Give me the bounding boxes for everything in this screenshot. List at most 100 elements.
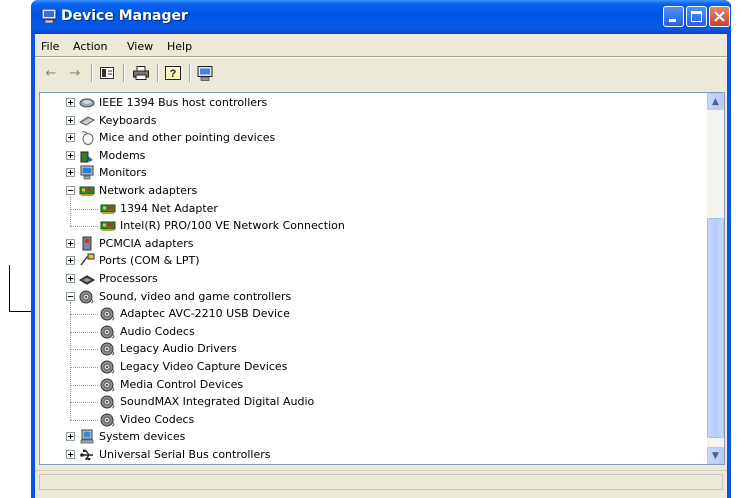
expand-icon[interactable] [66,115,75,125]
menu-file[interactable]: File [41,40,59,53]
tree-label: IEEE 1394 Bus host controllers [99,96,268,109]
tree-label: Sound, video and game controllers [99,289,292,303]
properties-icon [100,67,114,79]
scroll-down-button[interactable]: ▼ [707,447,724,464]
expand-icon[interactable] [66,98,75,107]
expand-icon[interactable] [66,238,75,248]
scan-hardware-button[interactable] [195,64,215,82]
status-bar-panel [39,474,723,490]
menu-help[interactable]: Help [167,40,192,53]
close-button[interactable] [709,6,730,27]
tree-device[interactable]: Audio Codecs [100,323,195,340]
tree-connector [70,314,98,316]
tree-label: Network adapters [99,184,198,197]
tree-device[interactable]: 1394 Net Adapter [100,200,218,217]
tree-device[interactable]: Media Control Devices [100,376,243,393]
title-bar[interactable]: Device Manager [31,0,731,34]
network-adapter-icon [79,183,95,198]
tree-category[interactable]: PCMCIA adapters [66,235,194,252]
toolbar-separator [123,64,125,82]
tree-device[interactable]: Intel(R) PRO/100 VE Network Connection [100,217,345,234]
tree-category[interactable]: Sound, video and game controllers [66,288,291,305]
tree-label: Audio Codecs [120,324,195,338]
tree-connector [70,402,98,404]
tree-device[interactable]: Legacy Video Capture Devices [100,358,287,375]
expand-icon[interactable] [66,256,75,266]
sound-icon [100,412,116,427]
tree-device[interactable]: Video Codecs [100,411,194,428]
tree-category[interactable]: Monitors [66,164,147,181]
sound-icon [100,377,116,392]
collapse-icon[interactable] [66,186,75,195]
scroll-up-button[interactable]: ▲ [707,93,724,110]
minimize-icon [669,19,676,22]
chevron-up-icon: ▲ [712,96,719,107]
tree-label: PCMCIA adapters [99,236,194,250]
ieee1394-icon [79,95,95,110]
tree-connector [70,384,98,387]
expand-icon[interactable] [66,274,75,283]
tree-connector [70,208,98,211]
device-tree[interactable]: IEEE 1394 Bus host controllers Keyboards M… [39,92,725,465]
tree-category[interactable]: IEEE 1394 Bus host controllers [66,94,267,111]
svg-text:?: ? [170,68,177,80]
menu-action[interactable]: Action [73,40,107,53]
scroll-thumb[interactable] [707,218,724,438]
sound-icon [100,324,116,339]
expand-icon[interactable] [66,168,75,178]
tree-category[interactable]: Ports (COM & LPT) [66,252,200,269]
tree-category[interactable]: Mice and other pointing devices [66,129,275,146]
maximize-button[interactable] [686,6,707,27]
tree-category[interactable]: Keyboards [66,112,156,129]
back-button[interactable]: ← [41,64,61,82]
minimize-button[interactable] [663,6,684,27]
modem-icon [79,148,95,163]
computer-icon [41,9,57,23]
tree-label: SoundMAX Integrated Digital Audio [120,395,315,409]
menu-bar: File Action View Help [35,34,727,54]
expand-icon[interactable] [66,150,75,160]
properties-button[interactable] [97,64,117,82]
tree-category[interactable]: Modems [66,147,145,164]
annotation-line-vertical [9,265,10,312]
tree-connector [70,367,98,369]
help-icon: ? [165,66,181,80]
expand-icon[interactable] [66,432,75,442]
toolbar-separator [91,64,93,82]
tree-label: Processors [99,272,158,285]
tree-label: Keyboards [99,113,157,127]
system-icon [79,429,95,444]
tree-device[interactable]: Legacy Audio Drivers [100,340,237,357]
mouse-icon [79,130,95,146]
forward-button[interactable]: → [65,64,85,82]
tree-connector [70,349,98,351]
tree-connector [70,331,98,334]
tree-category[interactable]: Universal Serial Bus controllers [66,446,270,463]
toolbar: ← → ? [35,58,727,86]
device-manager-window: Device Manager File Action View Help ← →… [31,0,731,498]
tree-device[interactable]: Adaptec AVC-2210 USB Device [100,305,290,322]
processor-icon [78,271,96,286]
tree-label: Modems [99,148,146,162]
tree-label: Mice and other pointing devices [99,131,276,145]
tree-connector [70,301,72,420]
expand-icon[interactable] [66,450,75,459]
print-button[interactable] [131,64,151,82]
expand-icon[interactable] [66,133,75,143]
print-icon [133,66,149,80]
tree-category[interactable]: Processors [66,270,158,287]
tree-category[interactable]: Network adapters [66,182,197,199]
tree-label: 1394 Net Adapter [120,201,218,215]
menu-view[interactable]: View [127,40,153,53]
collapse-icon[interactable] [66,291,75,301]
tree-label: Ports (COM & LPT) [99,254,200,268]
vertical-scrollbar[interactable]: ▲ ▼ [707,93,724,464]
sound-icon [100,306,116,321]
tree-label: Legacy Video Capture Devices [120,360,288,373]
port-icon [79,253,95,268]
tree-label: Intel(R) PRO/100 VE Network Connection [120,219,345,233]
tree-device[interactable]: SoundMAX Integrated Digital Audio [100,393,314,410]
tree-category[interactable]: System devices [66,428,185,445]
forward-icon: → [69,65,81,81]
help-button[interactable]: ? [163,64,183,82]
